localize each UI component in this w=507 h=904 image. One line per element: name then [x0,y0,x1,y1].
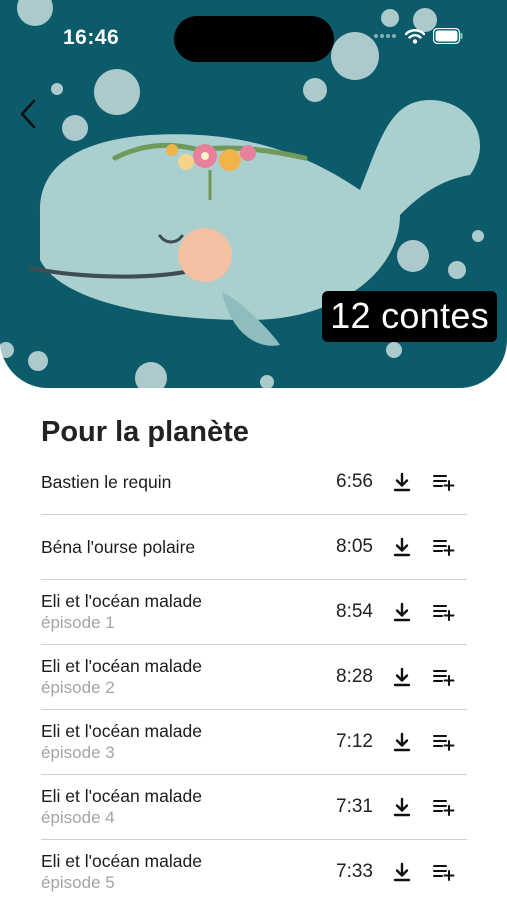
track-duration: 8:05 [336,536,373,557]
battery-icon [433,28,463,44]
track-episode: épisode 5 [41,873,115,892]
track-list: Bastien le requin 6:56 Béna l'ourse pola… [41,450,467,904]
status-time: 16:46 [63,26,120,49]
playlist-add-icon[interactable] [433,603,455,621]
track-title: Eli et l'océan malade [41,851,202,871]
track-title: Eli et l'océan malade [41,721,202,741]
playlist-add-icon[interactable] [433,798,455,816]
download-icon[interactable] [393,862,411,882]
track-episode: épisode 1 [41,613,115,632]
download-icon[interactable] [393,537,411,557]
list-item[interactable]: Eli et l'océan malade épisode 5 7:33 [41,840,467,904]
track-titles: Eli et l'océan malade épisode 3 [41,710,202,774]
track-titles: Eli et l'océan malade épisode 1 [41,580,202,644]
track-duration: 6:56 [336,471,373,492]
download-icon[interactable] [393,602,411,622]
dynamic-island [174,16,334,62]
track-episode: épisode 3 [41,743,115,762]
list-item[interactable]: Eli et l'océan malade épisode 3 7:12 [41,710,467,775]
list-item[interactable]: Eli et l'océan malade épisode 2 8:28 [41,645,467,710]
download-icon[interactable] [393,472,411,492]
track-titles: Eli et l'océan malade épisode 4 [41,775,202,839]
hero-banner: 16:46 12 contes [0,0,507,388]
status-icons [373,28,463,44]
track-title: Eli et l'océan malade [41,656,202,676]
signal-icon [374,34,396,38]
download-icon[interactable] [393,732,411,752]
playlist-add-icon[interactable] [433,733,455,751]
list-item[interactable]: Eli et l'océan malade épisode 4 7:31 [41,775,467,840]
playlist-add-icon[interactable] [433,863,455,881]
track-duration: 7:31 [336,796,373,817]
playlist-add-icon[interactable] [433,473,455,491]
track-episode: épisode 4 [41,808,115,827]
download-icon[interactable] [393,667,411,687]
track-duration: 8:54 [336,601,373,622]
playlist-add-icon[interactable] [433,668,455,686]
track-titles: Eli et l'océan malade épisode 2 [41,645,202,709]
track-title: Eli et l'océan malade [41,786,202,806]
track-episode: épisode 2 [41,678,115,697]
chevron-left-icon[interactable] [14,96,46,132]
wifi-icon [405,29,425,44]
download-icon[interactable] [393,797,411,817]
track-duration: 7:12 [336,731,373,752]
list-item[interactable]: Eli et l'océan malade épisode 1 8:54 [41,580,467,645]
playlist-add-icon[interactable] [433,538,455,556]
track-duration: 8:28 [336,666,373,687]
track-titles: Eli et l'océan malade épisode 5 [41,840,202,904]
page-title: Pour la planète [41,416,249,448]
track-title: Eli et l'océan malade [41,591,202,611]
track-duration: 7:33 [336,861,373,882]
track-titles: Bastien le requin [41,450,171,514]
list-item[interactable]: Béna l'ourse polaire 8:05 [41,515,467,580]
track-title: Béna l'ourse polaire [41,536,196,557]
track-title: Bastien le requin [41,471,172,492]
story-count-badge: 12 contes [322,291,497,342]
list-item[interactable]: Bastien le requin 6:56 [41,450,467,515]
track-titles: Béna l'ourse polaire [41,515,195,579]
